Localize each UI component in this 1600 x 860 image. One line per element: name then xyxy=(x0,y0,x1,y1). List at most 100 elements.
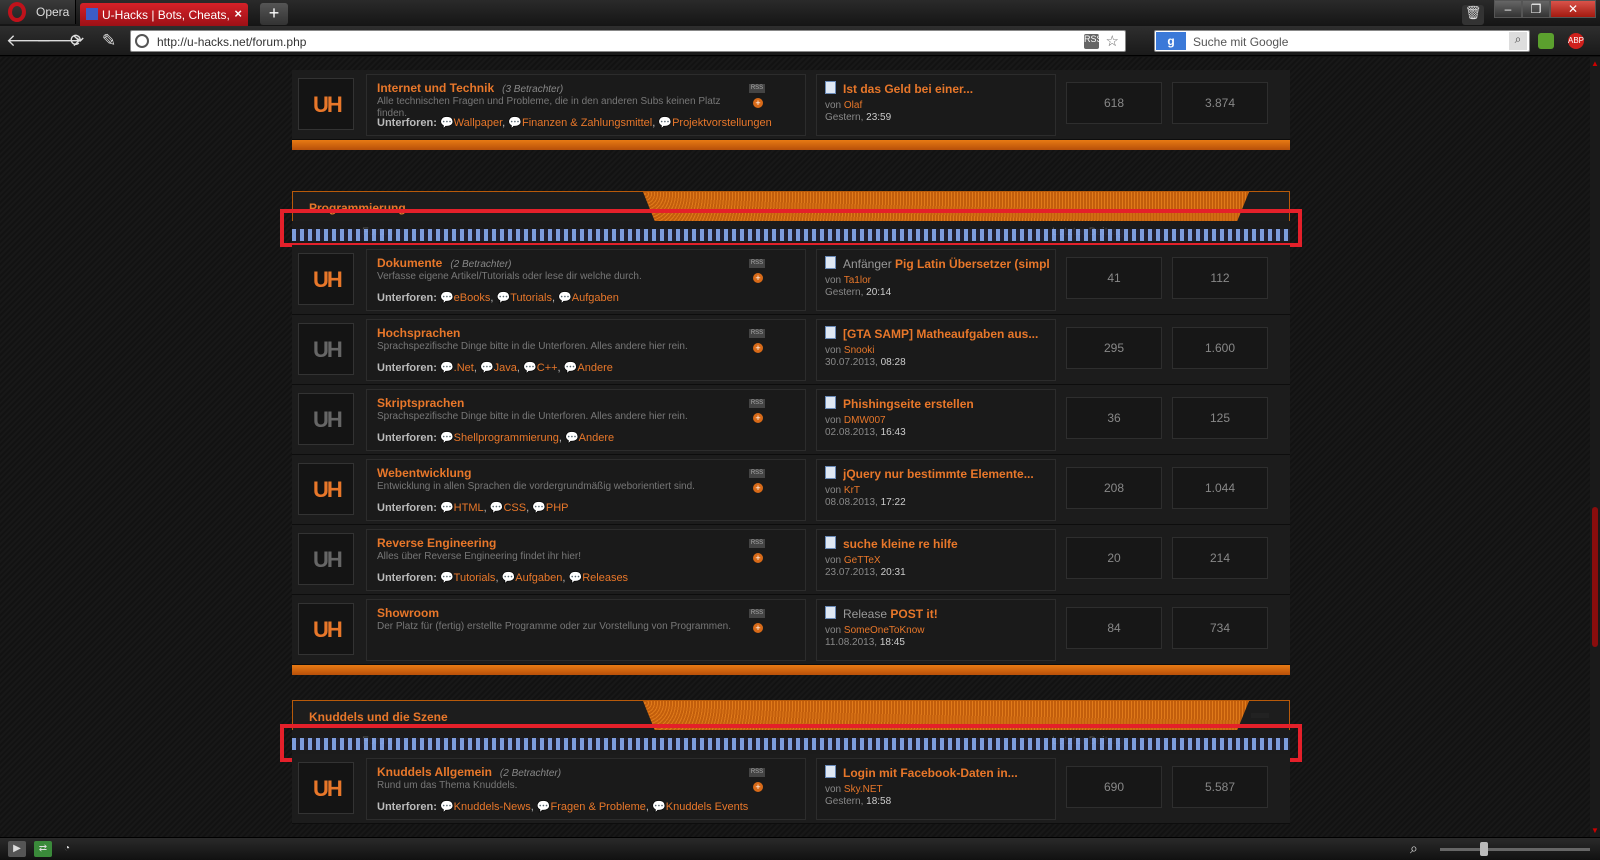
author-link[interactable]: SomeOneToKnow xyxy=(844,625,925,636)
forum-rss-icon[interactable]: RSS xyxy=(749,84,765,93)
forum-title-link[interactable]: Webentwicklung xyxy=(377,466,471,480)
zoom-slider-handle[interactable] xyxy=(1480,842,1488,856)
subforum-link[interactable]: Aufgaben xyxy=(572,292,619,304)
edit-icon[interactable]: ✎ xyxy=(98,30,120,52)
author-link[interactable]: Ta1lor xyxy=(844,275,871,286)
last-post-title-link[interactable]: Release POST it! xyxy=(843,607,1049,621)
subforum-link[interactable]: PHP xyxy=(546,502,569,514)
subscribe-plus-icon[interactable]: + xyxy=(753,483,763,493)
forum-title-link[interactable]: Skriptsprachen xyxy=(377,396,464,410)
tab-u-hacks[interactable]: U-Hacks | Bots, Cheats,... × xyxy=(80,3,248,26)
author-link[interactable]: Sky.NET xyxy=(844,784,883,795)
subscribe-plus-icon[interactable]: + xyxy=(753,98,763,108)
forum-rss-icon[interactable]: RSS xyxy=(749,329,765,338)
subforum-link[interactable]: eBooks xyxy=(454,292,491,304)
subforum-link[interactable]: Releases xyxy=(582,572,628,584)
back-icon[interactable]: 🡐 xyxy=(6,30,52,52)
rss-feed-icon[interactable]: RSS xyxy=(1084,34,1103,49)
subforum-link[interactable]: Shellprogrammierung xyxy=(454,432,559,444)
collapse-icon[interactable] xyxy=(1251,713,1269,718)
subscribe-plus-icon[interactable]: + xyxy=(753,343,763,353)
forum-rss-icon[interactable]: RSS xyxy=(749,609,765,618)
panel-toggle-icon[interactable]: ▶ xyxy=(8,841,26,857)
subforum-link[interactable]: Tutorials xyxy=(510,292,552,304)
subforum-link[interactable]: Knuddels-News xyxy=(454,801,531,813)
trash-icon[interactable]: 🗑 xyxy=(1462,5,1484,25)
forum-row[interactable]: UH Knuddels Allgemein (2 Betrachter) Rund u… xyxy=(292,754,1290,824)
forum-title-link[interactable]: Reverse Engineering xyxy=(377,536,496,550)
forum-row[interactable]: UH Skriptsprachen Sprachspezifische Dinge … xyxy=(292,385,1290,455)
author-link[interactable]: KrT xyxy=(844,485,860,496)
forum-title-link[interactable]: Dokumente (2 Betrachter) xyxy=(377,256,511,270)
last-post-title-link[interactable]: Anfänger Pig Latin Übersetzer (simple... xyxy=(843,257,1049,271)
forum-rss-icon[interactable]: RSS xyxy=(749,768,765,777)
subforum-link[interactable]: Aufgaben xyxy=(515,572,562,584)
url-text[interactable]: http://u-hacks.net/forum.php xyxy=(157,35,306,49)
forum-rss-icon[interactable]: RSS xyxy=(749,539,765,548)
subforum-link[interactable]: .Net xyxy=(454,362,474,374)
last-post-title-link[interactable]: suche kleine re hilfe xyxy=(843,537,1049,551)
reload-icon[interactable]: ⟳ xyxy=(66,30,88,52)
subforum-link[interactable]: Projektvorstellungen xyxy=(672,117,772,129)
subforum-link[interactable]: CSS xyxy=(503,502,526,514)
search-placeholder[interactable]: Suche mit Google xyxy=(1193,35,1288,49)
minimize-button[interactable]: – xyxy=(1494,0,1522,18)
subscribe-plus-icon[interactable]: + xyxy=(753,782,763,792)
zoom-icon[interactable]: ⌕ xyxy=(1410,840,1418,857)
tab-close-icon[interactable]: × xyxy=(234,6,242,21)
scrollbar-thumb[interactable] xyxy=(1592,507,1598,647)
subforum-link[interactable]: Wallpaper xyxy=(454,117,503,129)
zoom-slider[interactable] xyxy=(1440,848,1590,851)
forward-icon[interactable]: 🡒 xyxy=(36,30,82,52)
forum-rss-icon[interactable]: RSS xyxy=(749,399,765,408)
forum-row[interactable]: UH Hochsprachen Sprachspezifische Dinge bi… xyxy=(292,315,1290,385)
forum-row[interactable]: UH Webentwicklung Entwicklung in allen Spr… xyxy=(292,455,1290,525)
forum-row[interactable]: UH Reverse Engineering Alles über Reverse … xyxy=(292,525,1290,595)
maximize-button[interactable]: ❐ xyxy=(1522,0,1550,18)
subforum-link[interactable]: Fragen & Probleme xyxy=(551,801,646,813)
vertical-scrollbar[interactable]: ▲ ▼ xyxy=(1590,57,1600,837)
subscribe-plus-icon[interactable]: + xyxy=(753,553,763,563)
subforum-link[interactable]: HTML xyxy=(454,502,484,514)
last-post-title-link[interactable]: Phishingseite erstellen xyxy=(843,397,1049,411)
author-link[interactable]: DMW007 xyxy=(844,415,886,426)
subforum-link[interactable]: Knuddels Events xyxy=(666,801,749,813)
subscribe-plus-icon[interactable]: + xyxy=(753,273,763,283)
scroll-up-icon[interactable]: ▲ xyxy=(1591,59,1599,68)
site-info-icon[interactable] xyxy=(135,34,149,48)
subforum-link[interactable]: Finanzen & Zahlungsmittel xyxy=(522,117,652,129)
subscribe-plus-icon[interactable]: + xyxy=(753,623,763,633)
subforum-link[interactable]: C++ xyxy=(537,362,558,374)
new-tab-button[interactable]: + xyxy=(260,3,288,25)
forum-rss-icon[interactable]: RSS xyxy=(749,469,765,478)
forum-title-link[interactable]: Internet und Technik (3 Betrachter) xyxy=(377,81,563,95)
forum-row[interactable]: UH Showroom Der Platz für (fertig) erstell… xyxy=(292,595,1290,665)
scroll-down-icon[interactable]: ▼ xyxy=(1591,826,1599,835)
forum-title-link[interactable]: Hochsprachen xyxy=(377,326,460,340)
category-title[interactable]: Knuddels und die Szene xyxy=(309,710,448,724)
subforum-link[interactable]: Andere xyxy=(577,362,612,374)
subforum-link[interactable]: Andere xyxy=(579,432,614,444)
unite-icon[interactable]: ⇄ xyxy=(34,841,52,857)
bookmark-star-icon[interactable]: ☆ xyxy=(1106,32,1119,50)
forum-rss-icon[interactable]: RSS xyxy=(749,259,765,268)
author-link[interactable]: Olaf xyxy=(844,100,862,111)
forum-row[interactable]: UH Dokumente (2 Betrachter) Verfasse eigene… xyxy=(292,245,1290,315)
turbo-icon[interactable]: ◔ xyxy=(58,841,76,857)
author-link[interactable]: GeTTeX xyxy=(844,555,881,566)
last-post-title-link[interactable]: Ist das Geld bei einer... xyxy=(843,82,1049,96)
subforum-link[interactable]: Tutorials xyxy=(454,572,496,584)
forum-title-link[interactable]: Knuddels Allgemein (2 Betrachter) xyxy=(377,765,561,779)
author-link[interactable]: Snooki xyxy=(844,345,875,356)
last-post-title-link[interactable]: [GTA SAMP] Matheaufgaben aus... xyxy=(843,327,1049,341)
forum-title-link[interactable]: Showroom xyxy=(377,606,439,620)
search-icon[interactable]: ⌕ xyxy=(1509,32,1527,50)
subforum-link[interactable]: Java xyxy=(494,362,517,374)
last-post-title-link[interactable]: jQuery nur bestimmte Elemente... xyxy=(843,467,1049,481)
forum-row[interactable]: UH Internet und Technik (3 Betrachter) Alle… xyxy=(292,70,1290,140)
adblock-icon[interactable]: ABP xyxy=(1568,33,1584,49)
last-post-title-link[interactable]: Login mit Facebook-Daten in... xyxy=(843,766,1049,780)
subscribe-plus-icon[interactable]: + xyxy=(753,413,763,423)
google-engine-icon[interactable]: g xyxy=(1156,32,1186,50)
address-bar[interactable]: http://u-hacks.net/forum.php RSS ☆ xyxy=(130,30,1126,52)
